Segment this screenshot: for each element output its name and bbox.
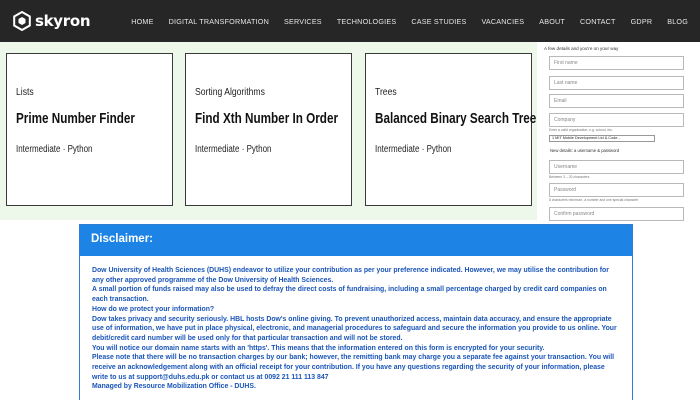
disclaimer-question: How do we protect your information? xyxy=(92,305,215,313)
credentials-heading: New details: a username & password xyxy=(550,148,620,153)
company-type-select[interactable]: 1 MIT Mobile Development Ltd & Code... xyxy=(549,135,655,142)
disclaimer-paragraph: You will notice our domain name starts w… xyxy=(92,344,545,352)
disclaimer-contact-paragraph: Please note that there will be no transa… xyxy=(92,354,615,381)
username-field[interactable]: Username xyxy=(549,160,684,174)
card-meta: Intermediate · Python xyxy=(195,144,272,155)
disclaimer-panel: Disclaimer: Dow University of Health Sci… xyxy=(79,224,633,400)
main-nav: HOME DIGITAL TRANSFORMATION SERVICES TEC… xyxy=(116,0,688,42)
challenge-card-balanced-bst[interactable]: Trees Balanced Binary Search Tree Interm… xyxy=(365,53,536,206)
password-hint: 8 characters minimum, a number and one s… xyxy=(549,198,639,202)
card-title: Balanced Binary Search Tree xyxy=(375,110,537,127)
password-field[interactable]: Password xyxy=(549,183,684,197)
nav-contact[interactable]: CONTACT xyxy=(580,17,616,26)
brand-link[interactable]: skyron xyxy=(12,10,91,32)
nav-blog[interactable]: BLOG xyxy=(667,17,688,26)
first-name-field[interactable]: First name xyxy=(549,56,684,70)
nav-case-studies[interactable]: CASE STUDIES xyxy=(411,17,466,26)
disclaimer-body: Dow University of Health Sciences (DUHS)… xyxy=(80,256,632,392)
form-heading: A few details and you're on your way xyxy=(544,46,619,51)
card-title: Prime Number Finder xyxy=(16,110,135,127)
top-navbar: skyron HOME DIGITAL TRANSFORMATION SERVI… xyxy=(0,0,700,42)
username-hint: Between 3 – 20 characters xyxy=(549,175,590,179)
email-field[interactable]: Email xyxy=(549,94,684,108)
brand-name: skyron xyxy=(35,12,91,30)
disclaimer-paragraph: Dow University of Health Sciences (DUHS)… xyxy=(92,267,609,284)
nav-gdpr[interactable]: GDPR xyxy=(631,17,653,26)
nav-home[interactable]: HOME xyxy=(131,17,153,26)
last-name-field[interactable]: Last name xyxy=(549,76,684,90)
challenge-card-find-xth-number[interactable]: Sorting Algorithms Find Xth Number In Or… xyxy=(185,53,352,206)
card-category: Sorting Algorithms xyxy=(195,86,265,98)
disclaimer-paragraph: A small portion of funds raised may also… xyxy=(92,286,607,304)
card-meta: Intermediate · Python xyxy=(16,144,93,155)
card-meta: Intermediate · Python xyxy=(375,144,452,155)
card-category: Trees xyxy=(375,86,397,98)
company-field[interactable]: Company xyxy=(549,113,684,127)
signup-form: A few details and you're on your way Fir… xyxy=(537,42,700,222)
card-title: Find Xth Number In Order xyxy=(195,110,339,127)
disclaimer-footer: Managed by Resource Mobilization Office … xyxy=(92,383,256,391)
nav-digital-transformation[interactable]: DIGITAL TRANSFORMATION xyxy=(169,17,269,26)
disclaimer-title: Disclaimer: xyxy=(80,225,632,256)
company-hint: Enter a valid organisation, e.g. school,… xyxy=(549,128,613,132)
confirm-password-field[interactable]: Confirm password xyxy=(549,207,684,221)
nav-technologies[interactable]: TECHNOLOGIES xyxy=(337,17,397,26)
nav-about[interactable]: ABOUT xyxy=(539,17,565,26)
nav-services[interactable]: SERVICES xyxy=(284,17,322,26)
disclaimer-paragraph: Dow takes privacy and security seriously… xyxy=(92,315,617,342)
challenge-card-prime-number-finder[interactable]: Lists Prime Number Finder Intermediate ·… xyxy=(6,53,173,206)
card-category: Lists xyxy=(16,86,34,98)
skyron-logo-icon xyxy=(13,11,31,31)
nav-vacancies[interactable]: VACANCIES xyxy=(481,17,524,26)
